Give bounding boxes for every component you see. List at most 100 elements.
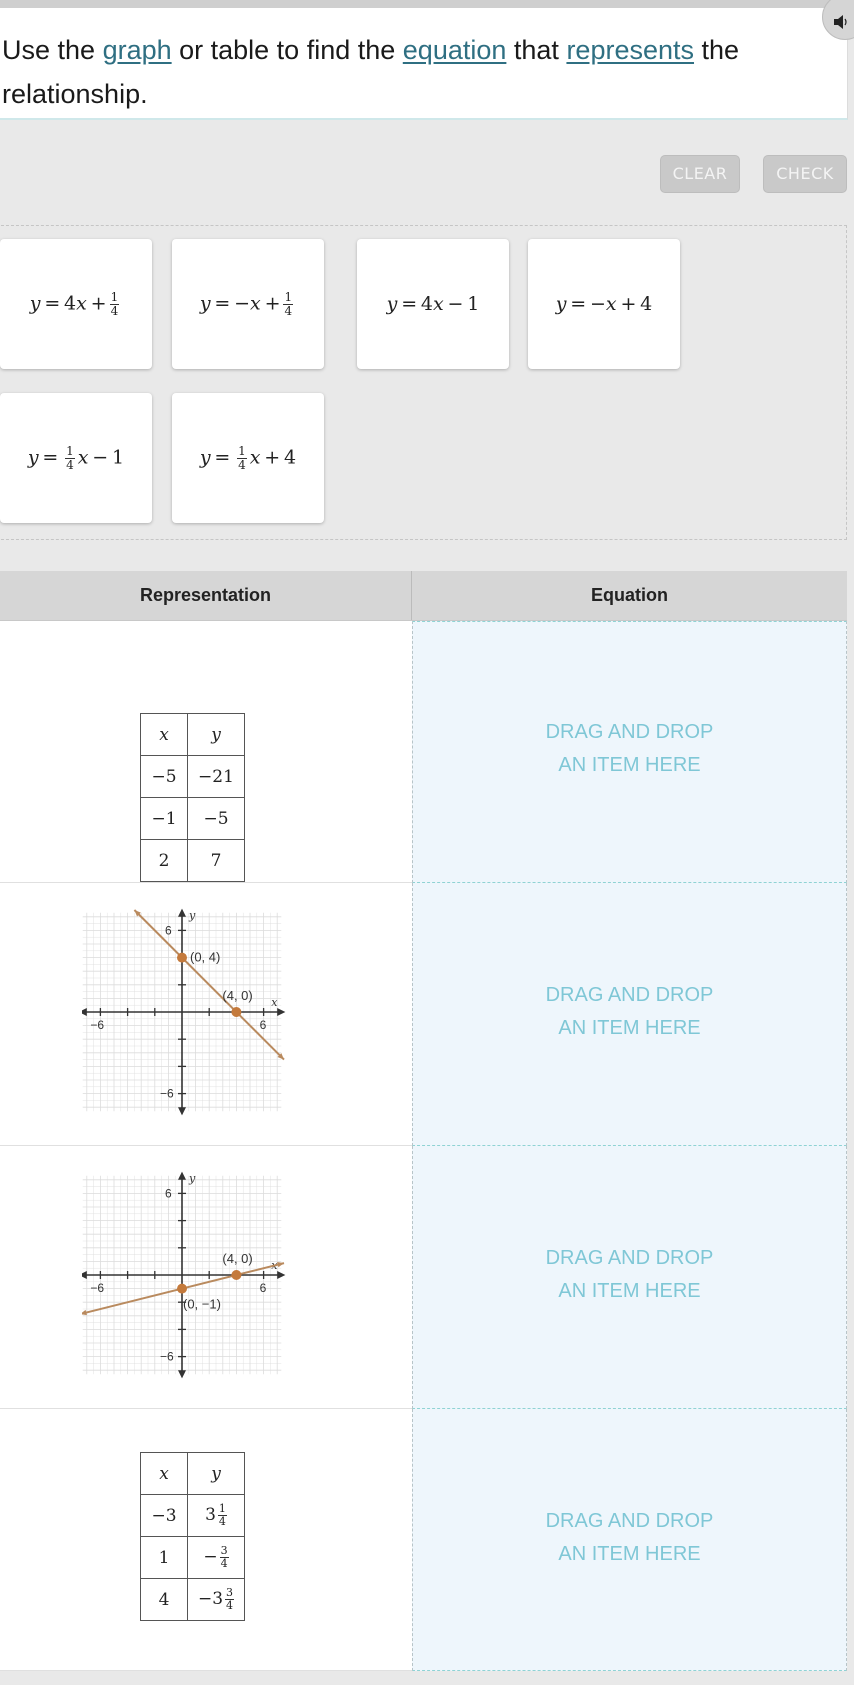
table-row: −3 3 1 4 <box>140 1494 245 1537</box>
coordinate-graph: −666−6yx(4, 0)(0, −1) <box>82 1171 286 1379</box>
table-row: 27 <box>140 839 245 882</box>
data-point <box>231 1270 242 1280</box>
table-cell: 1 <box>140 1536 188 1579</box>
axis-label: y <box>188 909 196 922</box>
axis-label: x <box>271 996 278 1009</box>
drop-zone[interactable]: DRAG AND DROP AN ITEM HERE <box>412 1146 847 1409</box>
matching-table: Representation Equation x y −5 −21 −1 −5 2 7 DR… <box>0 571 847 1671</box>
tick-label: 6 <box>165 1186 172 1200</box>
table-header: Representation Equation <box>0 571 847 621</box>
table-cell: 7 <box>187 839 245 882</box>
table-row: x y −3 3 1 4 1−3 4 4 −3 3 4 DRAG AND DROP AN ITEM H… <box>0 1409 847 1671</box>
tick-label: 6 <box>260 1018 267 1032</box>
point-label: (4, 0) <box>222 1251 252 1266</box>
equation-text: y = 4x +1 4 <box>29 289 120 318</box>
equation-text: y = 4x − 1 <box>386 293 480 315</box>
table-cell: 4 <box>140 1578 188 1621</box>
prompt-fragment: Use the <box>2 35 103 65</box>
drop-placeholder: DRAG AND DROP <box>545 721 714 743</box>
tick-label: 6 <box>165 923 172 937</box>
header-representation: Representation <box>0 571 412 620</box>
table-row: −666−6yx(4, 0)(0, −1) DRAG AND DROP AN I… <box>0 1146 847 1409</box>
drop-placeholder: DRAG AND DROP <box>545 1510 714 1532</box>
data-point <box>231 1007 242 1017</box>
drop-placeholder: AN ITEM HERE <box>558 1017 701 1039</box>
glossary-link[interactable]: equation <box>403 35 507 65</box>
column-header: y <box>187 713 245 756</box>
prompt-fragment: or table to find the <box>171 35 403 65</box>
tick-label: 6 <box>260 1281 267 1295</box>
equation-card[interactable]: y = 14x + 4 <box>172 393 324 523</box>
table-row: −6 6 6 −6 y x (0, 4) (4, 0) DRAG AND DROP AN IT… <box>0 883 847 1146</box>
table-cell: 314 <box>187 1494 245 1537</box>
table-row: 1−3 4 <box>140 1536 245 1579</box>
column-header: y <box>187 1452 245 1495</box>
fraction: 14 <box>65 443 75 472</box>
top-bar <box>0 0 854 8</box>
equation-card[interactable]: y = −x +1 4 <box>172 239 324 369</box>
y-axis-arrow <box>178 1370 186 1379</box>
fraction: 34 <box>219 1544 229 1570</box>
equation-card[interactable]: y = 4x − 1 <box>357 239 509 369</box>
y-axis-arrow <box>178 1171 186 1180</box>
representation-cell: x y −3 3 1 4 1−3 4 4 −3 3 4 <box>0 1409 412 1671</box>
equation-text: y = 14x + 4 <box>199 443 297 472</box>
representation-cell: x y −5 −21 −1 −5 2 7 <box>0 621 412 883</box>
tick-label: −6 <box>160 1087 174 1101</box>
prompt-fragment: that <box>506 35 567 65</box>
table-row: x y −5 −21 −1 −5 2 7 DRAG AND DROP AN ITEM HERE <box>0 621 847 883</box>
tick-label: −6 <box>90 1018 104 1032</box>
x-axis-arrow <box>82 1271 87 1279</box>
answer-bank: y = 4x +1 4 y = −x +1 4 y = 4x − 1 y = −x … <box>0 225 847 540</box>
header-equation: Equation <box>591 585 668 605</box>
y-axis-arrow <box>178 908 186 917</box>
glossary-link[interactable]: graph <box>103 35 172 65</box>
question-prompt: Use the graph or table to find the equat… <box>0 0 854 120</box>
table-cell: −3 4 <box>187 1536 245 1579</box>
xy-table: x y −3 3 1 4 1−3 4 4 −3 3 4 <box>140 1452 245 1621</box>
table-cell: −21 <box>187 755 245 798</box>
fraction: 14 <box>283 289 294 318</box>
drop-zone[interactable]: DRAG AND DROP AN ITEM HERE <box>412 621 847 883</box>
x-axis-arrow <box>82 1008 87 1016</box>
fraction: 14 <box>217 1502 227 1528</box>
table-row: 4 −3 3 4 <box>140 1578 245 1621</box>
table-cell: −3 <box>140 1494 188 1537</box>
drop-placeholder: AN ITEM HERE <box>558 754 701 776</box>
representation-cell: −6 6 6 −6 y x (0, 4) (4, 0) <box>0 883 412 1146</box>
drop-placeholder: DRAG AND DROP <box>545 1247 714 1269</box>
glossary-link[interactable]: represents <box>566 35 694 65</box>
fraction: 14 <box>109 289 120 318</box>
drop-placeholder: AN ITEM HERE <box>558 1280 701 1302</box>
point-label: (0, −1) <box>183 1297 221 1312</box>
table-cell: 2 <box>140 839 188 882</box>
equation-text: y = −x + 4 <box>555 293 653 315</box>
drop-zone[interactable]: DRAG AND DROP AN ITEM HERE <box>412 1409 847 1671</box>
equation-card[interactable]: y = 14x − 1 <box>0 393 152 523</box>
coordinate-graph: −6 6 6 −6 y x (0, 4) (4, 0) <box>82 908 286 1116</box>
y-axis-arrow <box>178 1107 186 1116</box>
table-cell: −3 3 4 <box>187 1578 245 1621</box>
axis-label: y <box>188 1172 196 1185</box>
fraction: 14 <box>237 443 247 472</box>
column-header: x <box>140 713 188 756</box>
fraction: 34 <box>225 1586 235 1612</box>
drop-zone[interactable]: DRAG AND DROP AN ITEM HERE <box>412 883 847 1146</box>
equation-card[interactable]: y = −x + 4 <box>528 239 680 369</box>
table-row: −5 −21 <box>140 755 245 798</box>
xy-table: x y −5 −21 −1 −5 2 7 <box>140 713 245 882</box>
column-header: x <box>140 1452 188 1495</box>
table-cell: −1 <box>140 797 188 840</box>
table-cell: −5 <box>187 797 245 840</box>
equation-text: y = 14x − 1 <box>27 443 125 472</box>
point-label: (0, 4) <box>190 950 220 965</box>
speaker-icon <box>834 15 847 29</box>
prompt-text: Use the graph or table to find the equat… <box>2 28 841 116</box>
check-button[interactable]: CHECK <box>763 155 847 193</box>
representation-cell: −666−6yx(4, 0)(0, −1) <box>0 1146 412 1409</box>
equation-card[interactable]: y = 4x +1 4 <box>0 239 152 369</box>
drop-placeholder: DRAG AND DROP <box>545 984 714 1006</box>
tick-label: −6 <box>160 1350 174 1364</box>
clear-button[interactable]: CLEAR <box>660 155 740 193</box>
tick-label: −6 <box>90 1281 104 1295</box>
